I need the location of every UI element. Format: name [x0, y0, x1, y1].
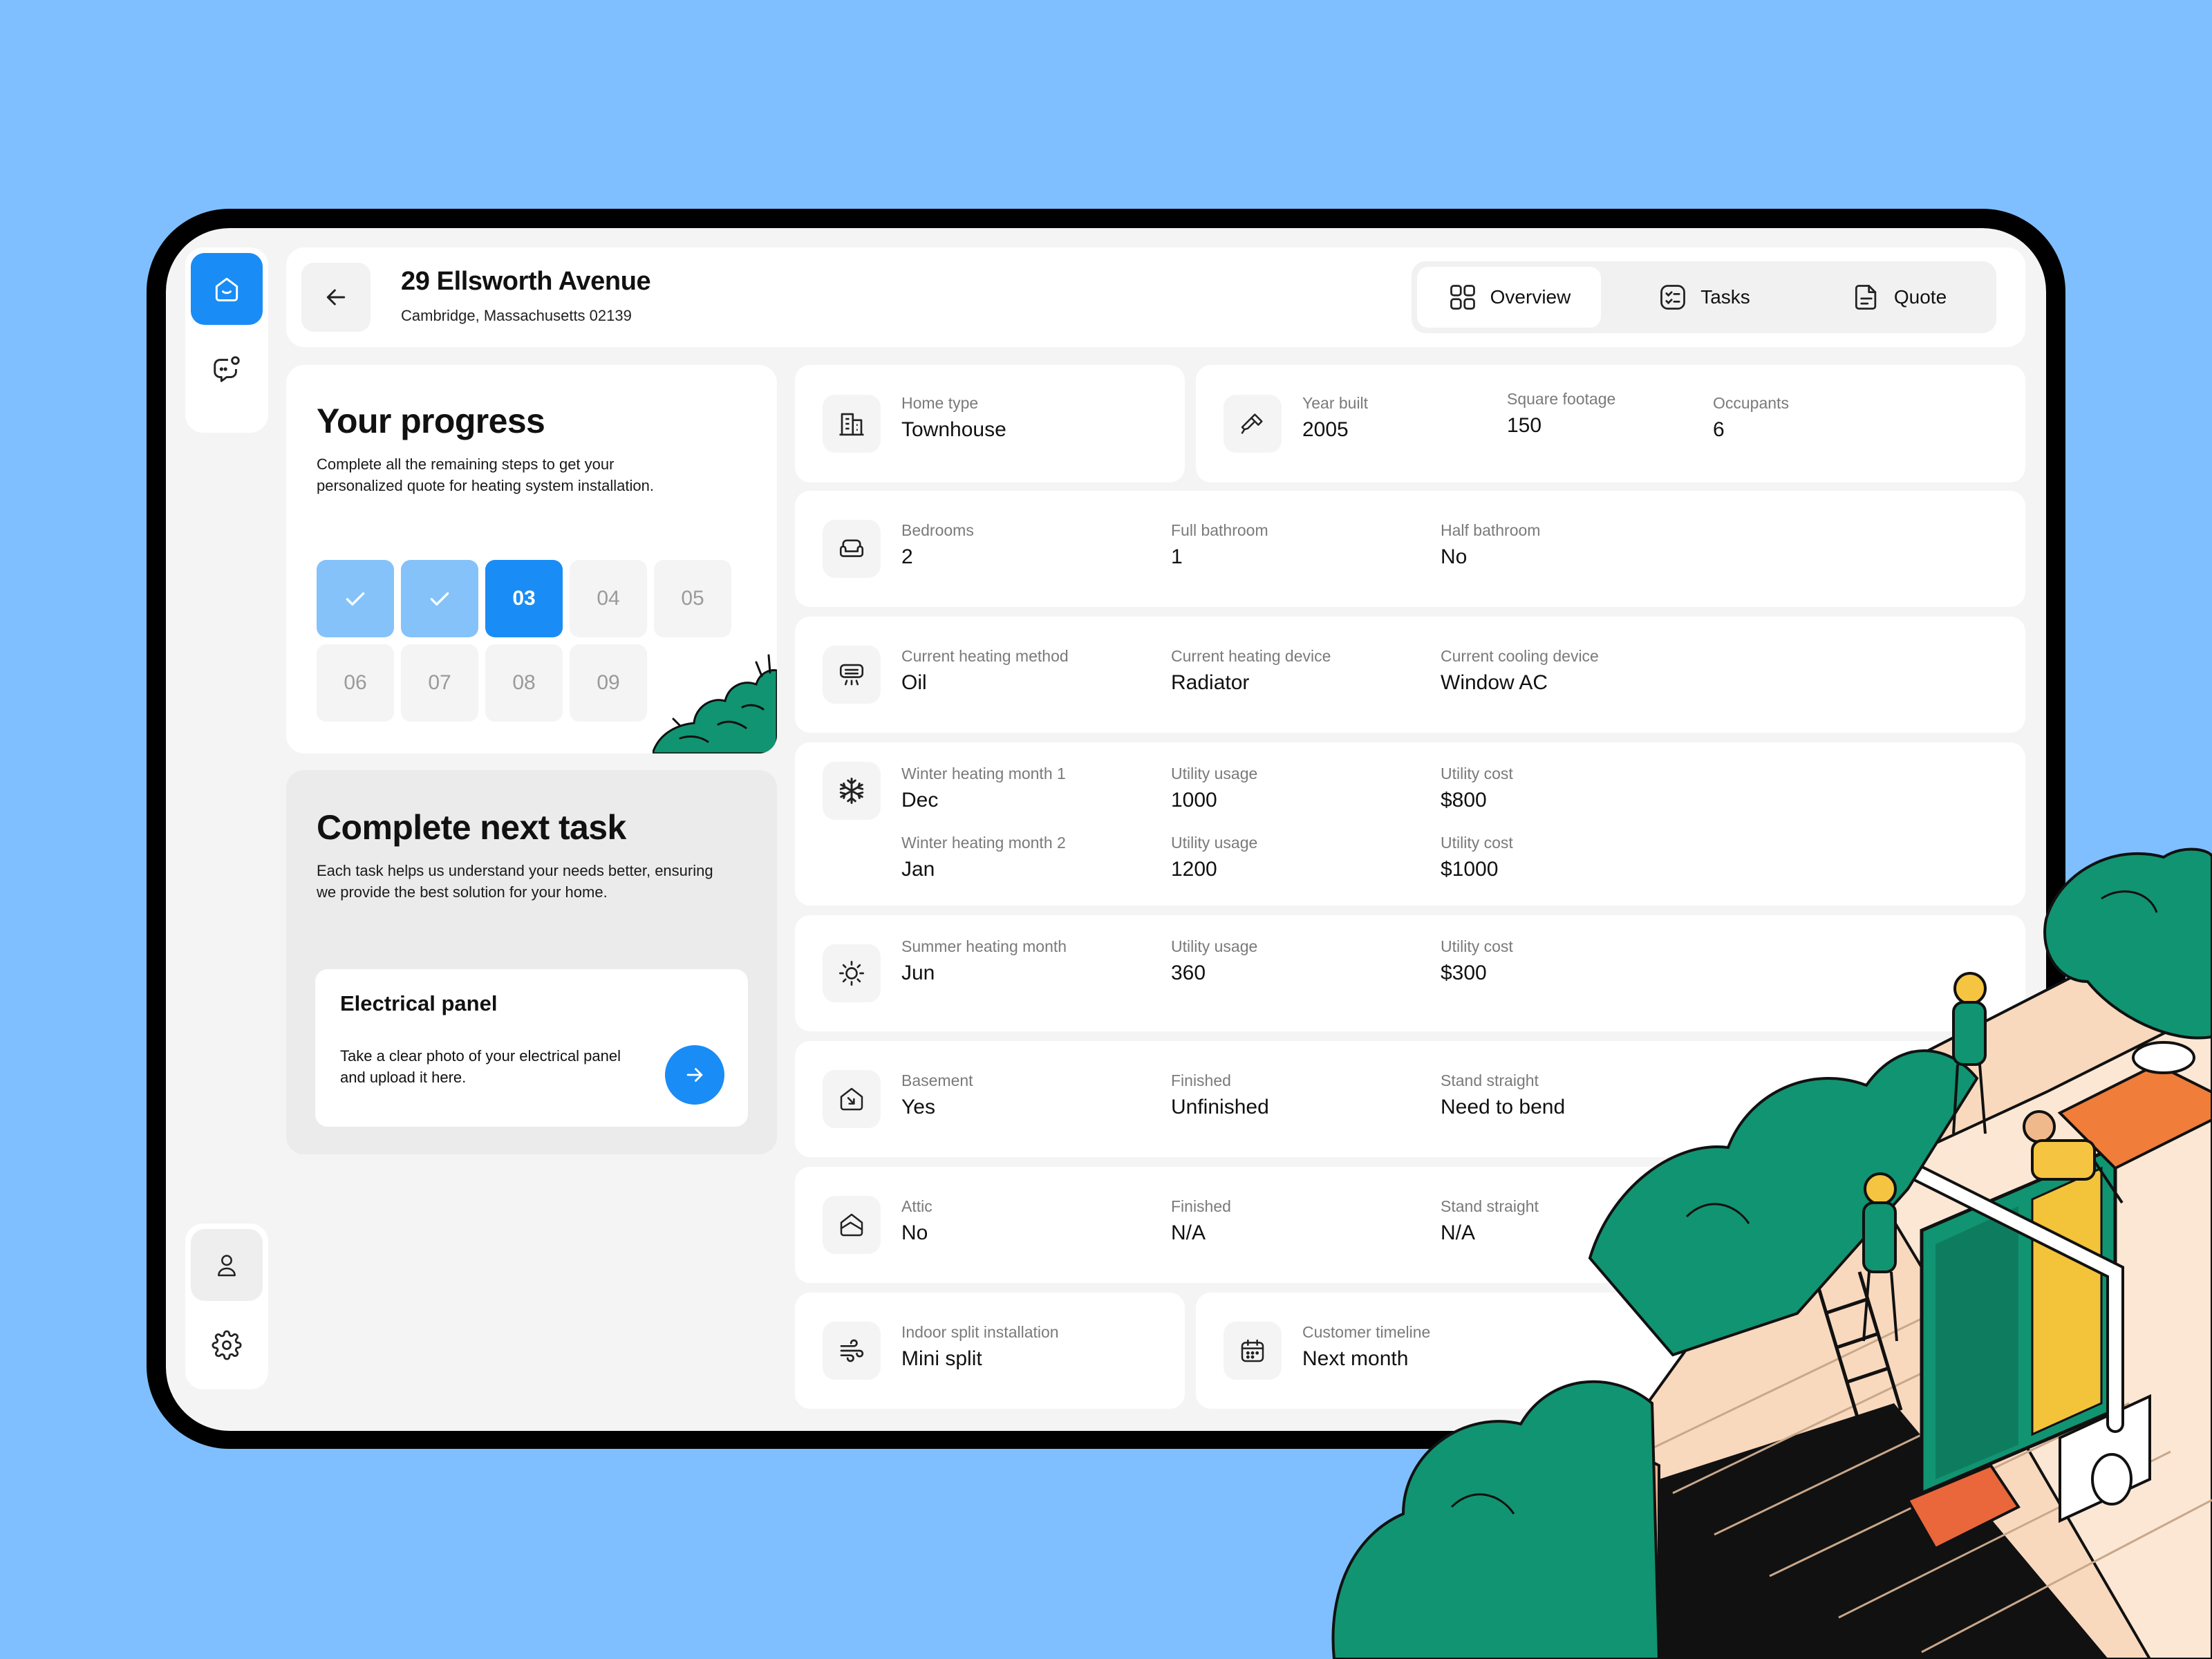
user-icon	[213, 1251, 241, 1279]
next-task-description: Each task helps us understand your needs…	[317, 862, 713, 901]
attic-card: Attic No Finished N/A Stand straight N/A	[795, 1167, 2025, 1283]
field-half-bathroom: Half bathroom No	[1441, 521, 1541, 568]
progress-step-current[interactable]: 03	[485, 560, 563, 637]
progress-step[interactable]: 09	[570, 644, 647, 722]
tab-tasks[interactable]: Tasks	[1612, 267, 1796, 328]
sidebar-item-profile[interactable]	[191, 1229, 263, 1301]
page-title: 29 Ellsworth Avenue	[401, 267, 651, 296]
field-winter-month-2: Winter heating month 2 Jan	[901, 834, 1066, 881]
progress-step[interactable]: 05	[654, 560, 731, 637]
field-attic: Attic No	[901, 1197, 932, 1244]
tab-label: Quote	[1893, 286, 1947, 308]
wind-icon	[823, 1322, 881, 1380]
sidebar-item-messages[interactable]	[191, 333, 263, 405]
sidebar-top	[185, 247, 268, 433]
field-winter-cost-1: Utility cost $800	[1441, 765, 1513, 812]
progress-description: Complete all the remaining steps to get …	[317, 456, 654, 494]
progress-step[interactable]: 08	[485, 644, 563, 722]
tab-label: Tasks	[1700, 286, 1750, 308]
field-summer-cost: Utility cost $300	[1441, 937, 1513, 984]
back-button[interactable]	[301, 263, 371, 332]
field-bedrooms: Bedrooms 2	[901, 521, 974, 568]
app-screen: 29 Ellsworth Avenue Cambridge, Massachus…	[166, 228, 2046, 1431]
winter-usage-card: Winter heating month 1 Dec Utility usage…	[795, 742, 2025, 906]
tab-overview[interactable]: Overview	[1417, 267, 1601, 328]
next-task-title: Complete next task	[317, 808, 626, 847]
task-title: Electrical panel	[340, 991, 498, 1015]
bush-illustration	[653, 654, 777, 753]
page-subtitle: Cambridge, Massachusetts 02139	[401, 307, 632, 324]
checklist-icon	[1658, 282, 1688, 312]
tab-label: Overview	[1490, 286, 1571, 308]
building-icon	[823, 395, 881, 453]
tab-quote[interactable]: Quote	[1807, 267, 1991, 328]
field-customer-timeline: Customer timeline Next month	[1302, 1323, 1431, 1370]
field-winter-month-1: Winter heating month 1 Dec	[901, 765, 1066, 812]
field-home-type: Home type Townhouse	[901, 394, 1006, 441]
home-type-card: Home type Townhouse	[795, 365, 1185, 482]
sidebar-item-home[interactable]	[191, 253, 263, 325]
check-icon	[346, 592, 365, 606]
timeline-card: Customer timeline Next month	[1196, 1293, 2025, 1409]
sidebar-item-settings[interactable]	[191, 1309, 263, 1381]
home-icon	[212, 274, 242, 304]
field-year-built: Year built 2005	[1302, 394, 1369, 441]
field-summer-usage: Utility usage 360	[1171, 937, 1258, 984]
indoor-split-card: Indoor split installation Mini split	[795, 1293, 1185, 1409]
progress-step-completed[interactable]	[401, 560, 478, 637]
attic-icon	[823, 1196, 881, 1254]
grid-icon	[1447, 282, 1478, 312]
calendar-icon	[1224, 1322, 1282, 1380]
progress-title: Your progress	[317, 402, 545, 440]
header-bar: 29 Ellsworth Avenue Cambridge, Massachus…	[286, 247, 2025, 347]
progress-card: Your progress Complete all the remaining…	[286, 365, 777, 753]
field-indoor-split: Indoor split installation Mini split	[901, 1323, 1059, 1370]
field-winter-cost-2: Utility cost $1000	[1441, 834, 1513, 881]
arrow-right-icon	[683, 1063, 706, 1087]
chat-icon	[211, 353, 243, 385]
progress-step[interactable]: 06	[317, 644, 394, 722]
property-stats-card: Year built 2005 Square footage 150 Occup…	[1196, 365, 2025, 482]
gear-icon	[212, 1330, 242, 1360]
sofa-icon	[823, 520, 881, 578]
rooms-card: Bedrooms 2 Full bathroom 1 Half bathroom…	[795, 491, 2025, 607]
field-occupants: Occupants 6	[1713, 394, 1789, 441]
field-attic-stand: Stand straight N/A	[1441, 1197, 1539, 1244]
document-icon	[1851, 282, 1882, 312]
snowflake-icon	[823, 762, 881, 820]
field-winter-usage-1: Utility usage 1000	[1171, 765, 1258, 812]
basement-card: Basement Yes Finished Unfinished Stand s…	[795, 1041, 2025, 1157]
field-heating-device: Current heating device Radiator	[1171, 647, 1331, 694]
next-task-card: Complete next task Each task helps us un…	[286, 770, 777, 1154]
basement-icon	[823, 1070, 881, 1128]
check-icon	[430, 592, 449, 606]
summer-usage-card: Summer heating month Jun Utility usage 3…	[795, 915, 2025, 1031]
task-description: Take a clear photo of your electrical pa…	[340, 1047, 621, 1086]
sidebar-bottom	[185, 1224, 268, 1389]
progress-step[interactable]: 07	[401, 644, 478, 722]
field-heating-method: Current heating method Oil	[901, 647, 1069, 694]
field-full-bathroom: Full bathroom 1	[1171, 521, 1268, 568]
start-task-button[interactable]	[665, 1045, 724, 1105]
field-basement-stand: Stand straight Need to bend	[1441, 1071, 1566, 1118]
sun-icon	[823, 944, 881, 1002]
field-basement-finished: Finished Unfinished	[1171, 1071, 1269, 1118]
field-winter-usage-2: Utility usage 1200	[1171, 834, 1258, 881]
task-item[interactable]: Electrical panel Take a clear photo of y…	[315, 969, 748, 1127]
heater-icon	[823, 646, 881, 704]
field-basement: Basement Yes	[901, 1071, 973, 1118]
field-attic-finished: Finished N/A	[1171, 1197, 1231, 1244]
heating-card: Current heating method Oil Current heati…	[795, 617, 2025, 733]
progress-step[interactable]: 04	[570, 560, 647, 637]
field-square-footage: Square footage 150	[1507, 390, 1616, 437]
arrow-left-icon	[322, 283, 350, 311]
tab-bar: Overview Tasks Quote	[1412, 261, 1996, 333]
field-cooling-device: Current cooling device Window AC	[1441, 647, 1599, 694]
progress-step-completed[interactable]	[317, 560, 394, 637]
field-summer-month: Summer heating month Jun	[901, 937, 1067, 984]
hammer-icon	[1224, 395, 1282, 453]
